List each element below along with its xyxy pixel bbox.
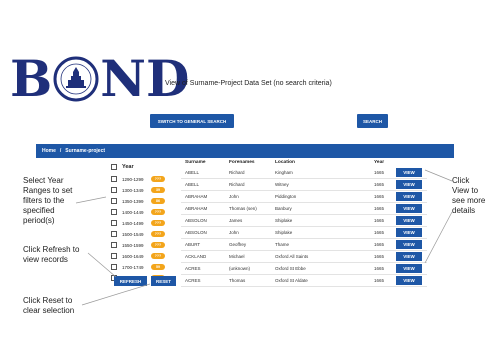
annotation-arrows	[75, 169, 453, 306]
arrow-to-refresh	[87, 252, 117, 278]
arrow-to-filters	[75, 196, 107, 204]
arrow-to-reset	[81, 283, 151, 306]
arrow-to-view-bottom	[424, 211, 453, 264]
arrow-to-view-top	[424, 169, 453, 182]
